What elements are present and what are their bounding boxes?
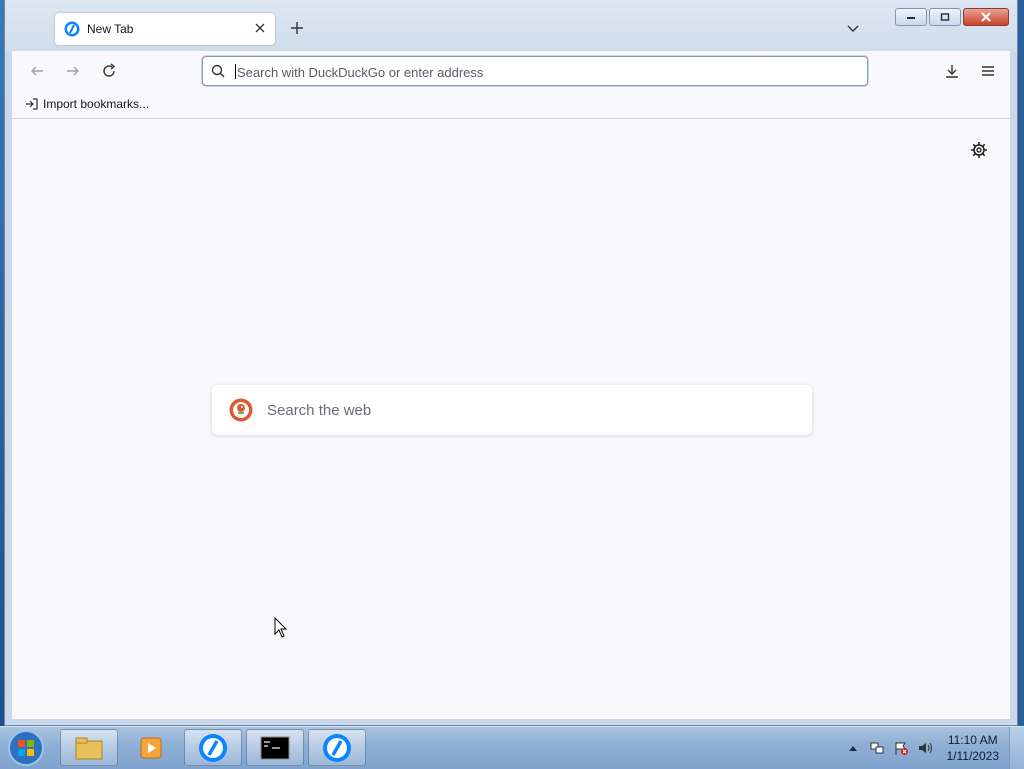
action-center-flag-icon[interactable] [893,740,909,756]
browser-window: New Tab [4,0,1018,726]
download-icon[interactable] [944,63,960,79]
close-icon [981,12,991,22]
show-desktop-button[interactable] [1009,727,1024,769]
back-arrow-icon[interactable] [29,63,45,79]
taskbar: 11:10 AM 1/11/2023 [0,726,1024,769]
clock-time: 11:10 AM [947,732,1000,748]
menu-icon[interactable] [980,63,996,79]
taskbar-firefox-1[interactable] [184,729,242,766]
duckduckgo-icon [229,398,253,422]
new-tab-icon[interactable] [289,20,305,36]
start-orb-icon[interactable] [6,729,46,767]
clock[interactable]: 11:10 AM 1/11/2023 [947,732,1000,764]
firefox-icon [322,733,352,763]
restore-button[interactable] [929,8,961,26]
restore-icon [940,13,950,21]
terminal-icon [260,736,290,760]
new-tab-page [12,119,1010,719]
import-icon [25,97,39,111]
minimize-icon [906,13,916,21]
media-player-icon [138,735,164,761]
folder-icon [74,735,104,761]
mouse-pointer-icon [274,617,290,639]
taskbar-firefox-2[interactable] [308,729,366,766]
gear-icon[interactable] [970,141,988,159]
system-tray: 11:10 AM 1/11/2023 [845,727,1024,769]
tab-new-tab[interactable]: New Tab [55,13,275,45]
address-input[interactable] [235,61,839,83]
volume-icon[interactable] [917,740,933,756]
tab-strip: New Tab [5,0,1017,52]
bookmarks-toolbar: Import bookmarks... [12,91,1010,119]
web-search-input[interactable] [265,401,789,420]
reload-icon[interactable] [101,63,117,79]
taskbar-media-player[interactable] [122,729,180,766]
clock-date: 1/11/2023 [947,748,1000,764]
close-tab-icon[interactable] [253,21,267,35]
firefox-icon [64,21,80,37]
import-bookmarks-button[interactable]: Import bookmarks... [25,97,149,111]
minimize-button[interactable] [895,8,927,26]
chevron-down-icon[interactable] [845,20,861,36]
text-caret [235,64,236,79]
forward-arrow-icon[interactable] [65,63,81,79]
nav-toolbar [12,51,1010,91]
import-bookmarks-label: Import bookmarks... [43,97,149,111]
web-search-box[interactable] [212,385,812,435]
taskbar-command-prompt[interactable] [246,729,304,766]
taskbar-file-explorer[interactable] [60,729,118,766]
close-window-button[interactable] [963,8,1009,26]
search-icon [211,64,225,78]
network-icon[interactable] [869,740,885,756]
show-hidden-icons-icon[interactable] [845,740,861,756]
tab-title: New Tab [87,22,133,36]
firefox-icon [198,733,228,763]
address-bar[interactable] [202,56,868,86]
window-controls [893,8,1009,26]
